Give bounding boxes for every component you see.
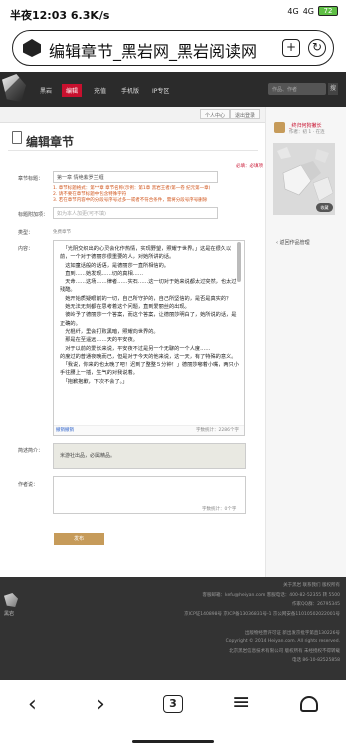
author-says-label: 作者说： bbox=[18, 482, 39, 488]
status-bar: 半夜12:03 6.3K/s 4G 4G 72 bbox=[0, 0, 346, 26]
menu-icon[interactable]: ≡ bbox=[232, 690, 250, 715]
site-favicon-icon bbox=[23, 39, 41, 57]
content-label: 内容： bbox=[18, 246, 34, 252]
book-avatar bbox=[274, 122, 285, 133]
home-icon[interactable] bbox=[300, 696, 318, 712]
footer-logo-text: 黑岩 bbox=[4, 611, 15, 617]
divider bbox=[8, 150, 258, 151]
page-title: 编辑章节 bbox=[26, 135, 75, 149]
search-icon[interactable]: 搜 bbox=[328, 83, 338, 95]
book-name[interactable]: _终归何狗撇长 bbox=[289, 122, 322, 129]
gesture-handle bbox=[132, 740, 214, 743]
back-icon[interactable]: ‹ bbox=[28, 692, 37, 717]
footer-company: 北京黑岩信息技术有限公司 版权所有 未经授权不得转载 bbox=[229, 649, 340, 654]
signal-icon-2: 4G bbox=[302, 6, 314, 16]
type-value: 免费章节 bbox=[53, 230, 71, 235]
footer-contact: 客服邮箱：kefu@heiyan.com 客服电话：400-82-52355 转… bbox=[202, 593, 340, 598]
intro-label: 简述简介： bbox=[18, 448, 44, 454]
nav-edit[interactable]: 编辑 bbox=[62, 84, 83, 97]
status-time: 半夜12:03 6.3K/s bbox=[10, 9, 110, 22]
author-says-count: 字数统计：0个字 bbox=[202, 507, 237, 512]
favorite-badge[interactable]: 收藏 bbox=[316, 203, 333, 212]
footer-links[interactable]: 关于黑岩 联系我们 版权所有 bbox=[283, 582, 340, 588]
footer-culture: 出版物经营许可证 新出发京批字第直130226号 bbox=[244, 631, 340, 636]
reset-link[interactable]: 撤销撤销 bbox=[56, 427, 74, 433]
nav-home[interactable]: 黑岩 bbox=[40, 86, 52, 95]
publish-button[interactable]: 发布 bbox=[54, 533, 104, 545]
tab-logout[interactable]: 退出登录 bbox=[230, 109, 261, 119]
intro-box[interactable]: 米游社出品，必属精品。 bbox=[53, 443, 246, 469]
required-note: 必填：必填项 bbox=[236, 164, 263, 169]
tab-count-button[interactable]: 3 bbox=[163, 695, 183, 713]
chapter-title-input[interactable]: 第一章 情绝紫罗兰缠 bbox=[53, 171, 218, 183]
chapter-title-label: 章节标题： bbox=[18, 176, 44, 182]
footer-phone: 电话 86-10-82525858 bbox=[291, 658, 340, 663]
nav-mobile[interactable]: 手机版 bbox=[121, 86, 139, 95]
subtitle-label: 标题附加项： bbox=[18, 212, 49, 218]
forward-icon[interactable]: › bbox=[96, 692, 105, 717]
type-label: 类型： bbox=[18, 230, 34, 236]
battery-icon: 72 bbox=[318, 6, 338, 16]
footer-copyright: Copyright © 2014 Heiyan.com. All rights … bbox=[225, 639, 340, 644]
reload-icon[interactable]: ↻ bbox=[308, 39, 326, 57]
address-bar[interactable]: 编辑章节_黑岩网_黑岩阅读网 + ↻ bbox=[12, 30, 334, 66]
nav-ip-zone[interactable]: IP专区 bbox=[152, 86, 169, 95]
back-to-works-link[interactable]: ‹ 返回作品管理 bbox=[276, 239, 310, 246]
title-hint-3: 3. 若在章节内容中的分段号序号过多一或者不符合条件，需将分段号序号删除 bbox=[53, 198, 208, 203]
subtitle-input[interactable]: 如为本人加更(可不填) bbox=[53, 207, 218, 219]
bookmark-add-icon[interactable]: + bbox=[282, 39, 300, 57]
content-editor-text[interactable]: 「光阴交织出的心灵会化作热情，实现野望，照耀于世界。」这是在很久以前，一个对于德… bbox=[60, 245, 240, 425]
word-count: 字数统计：2286个字 bbox=[196, 428, 239, 433]
signal-icon: 4G bbox=[287, 6, 299, 16]
page-title-in-address-bar: 编辑章节_黑岩网_黑岩阅读网 bbox=[49, 42, 258, 61]
footer-qq: 作家QQ群：26795345 bbox=[292, 602, 340, 607]
site-search-input[interactable]: 作品、作者 bbox=[268, 83, 326, 95]
book-meta: 作者：初 1 · 在连 bbox=[289, 130, 325, 135]
footer-icp: 京ICP证140898号 京ICP备13036831号-1 京公网安备11010… bbox=[184, 612, 340, 617]
editor-scrollbar[interactable] bbox=[237, 242, 241, 282]
status-icons: 4G 4G 72 bbox=[287, 6, 338, 16]
nav-recharge[interactable]: 充值 bbox=[94, 86, 106, 95]
tab-personal-center[interactable]: 个人中心 bbox=[200, 109, 231, 119]
document-icon bbox=[12, 131, 22, 144]
